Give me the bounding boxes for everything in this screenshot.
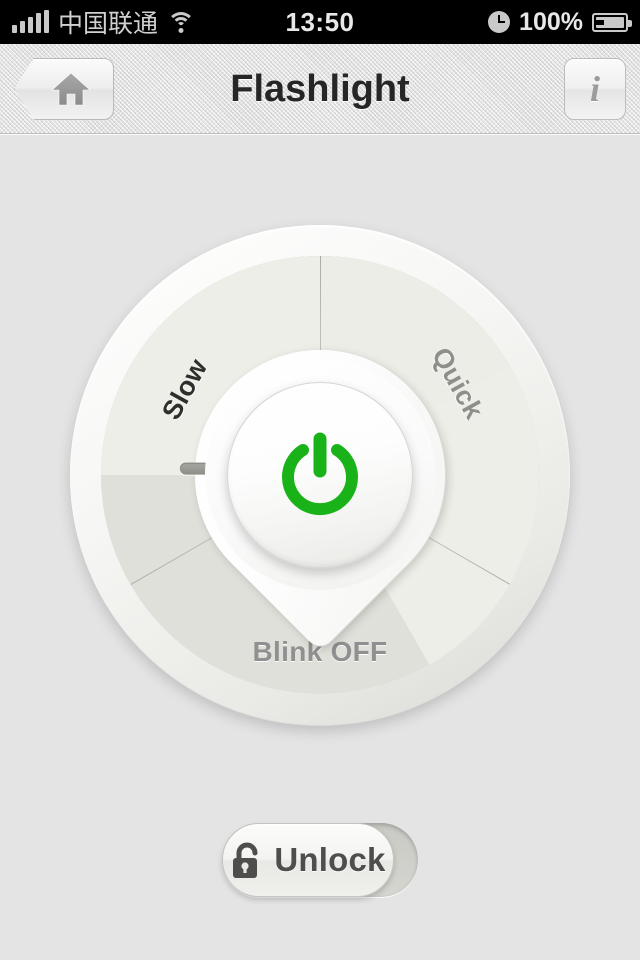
unlock-button[interactable]: Unlock: [222, 823, 394, 897]
status-bar-right: 100%: [488, 0, 632, 44]
info-icon: i: [589, 69, 600, 109]
open-padlock-icon: [233, 842, 258, 878]
power-button[interactable]: [227, 382, 413, 568]
status-bar: 中国联通 13:50 100%: [0, 0, 640, 44]
power-icon: [282, 432, 358, 516]
navigation-bar: Flashlight i: [0, 44, 640, 134]
unlock-label: Unlock: [274, 841, 386, 878]
app-screen: 中国联通 13:50 100% Flashlight i Slow Quick …: [0, 0, 640, 960]
page-title: Flashlight: [230, 67, 410, 110]
unlock-slider-track[interactable]: Unlock: [222, 823, 418, 897]
mode-dial[interactable]: Slow Quick Blink OFF: [70, 225, 570, 725]
battery-percent-label: 100%: [519, 7, 583, 36]
alarm-clock-icon: [488, 11, 511, 33]
battery-icon: [592, 12, 632, 32]
info-button[interactable]: i: [564, 58, 626, 120]
